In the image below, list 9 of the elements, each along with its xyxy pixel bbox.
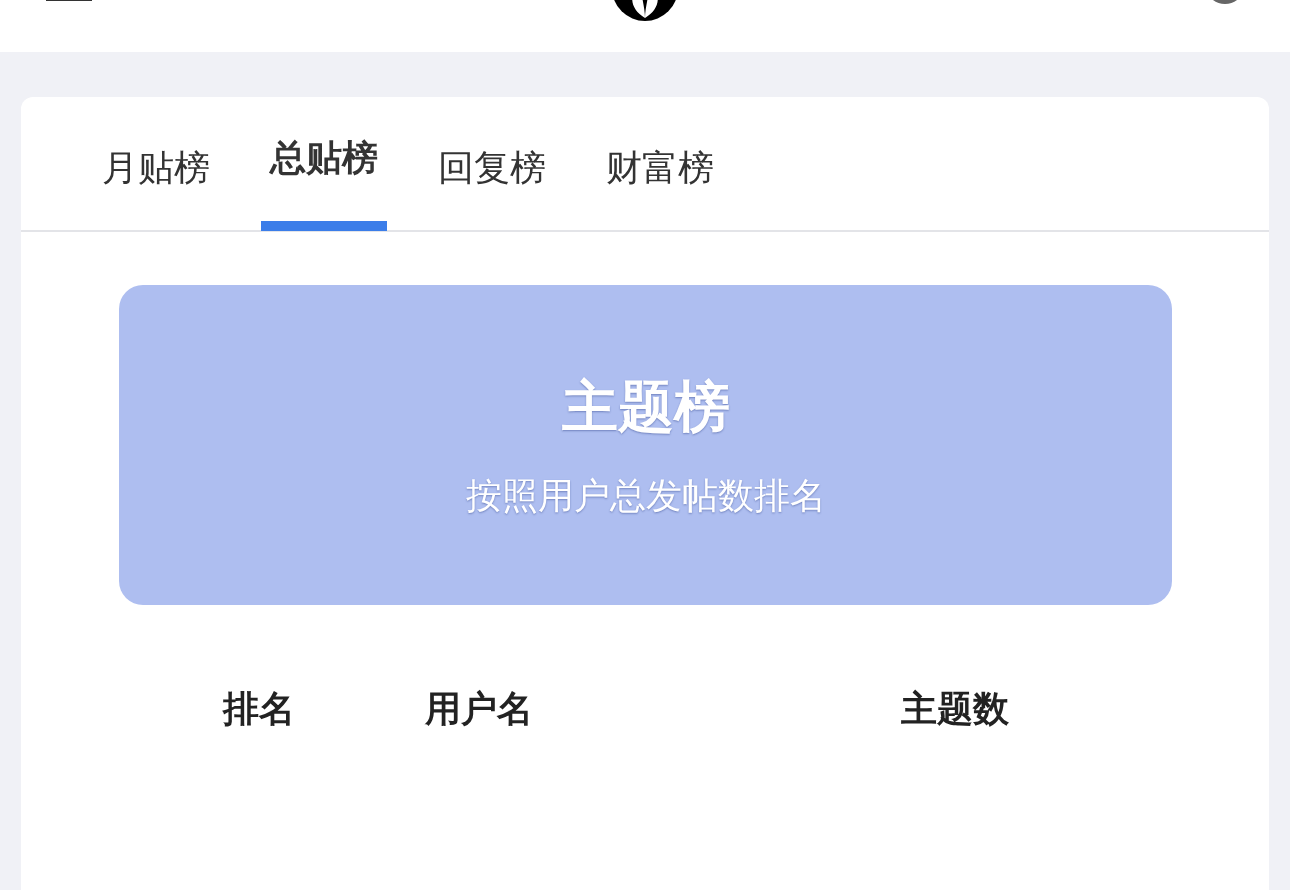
banner-subtitle: 按照用户总发帖数排名 [465, 473, 826, 518]
banner-title: 主题榜 [561, 372, 730, 441]
column-header: 主题数 [901, 687, 1009, 731]
tab[interactable]: 总贴榜 [261, 134, 387, 231]
column-header: 排名 [223, 687, 295, 731]
column-header: 用户名 [425, 687, 533, 731]
tab[interactable]: 月贴榜 [93, 144, 219, 231]
tab[interactable]: 回复榜 [429, 144, 555, 231]
tab[interactable]: 财富榜 [597, 144, 723, 231]
